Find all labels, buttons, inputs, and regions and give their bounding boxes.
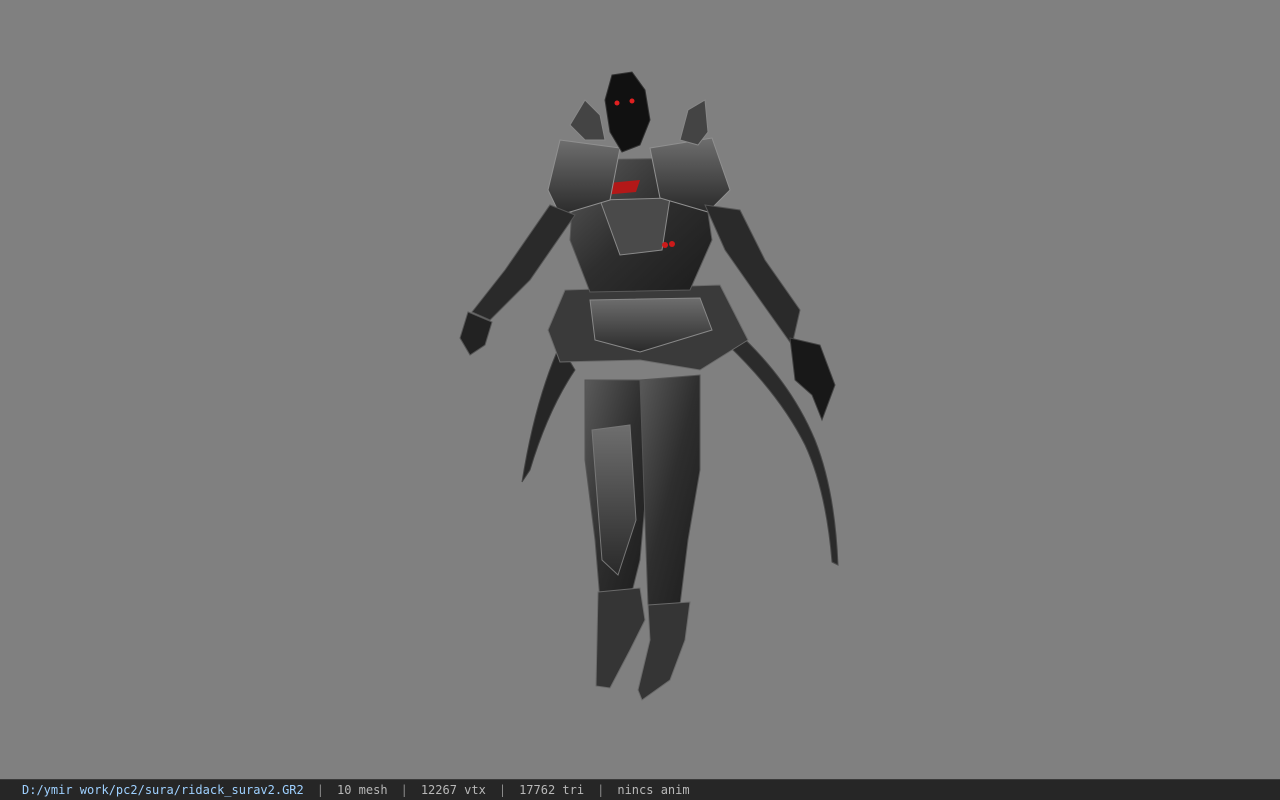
3d-viewport[interactable] <box>0 0 1280 779</box>
vertex-count: 12267 vtx <box>420 783 486 797</box>
separator: | <box>498 783 507 797</box>
separator: | <box>316 783 324 797</box>
left-boot <box>595 587 646 689</box>
animation-status: nincs anim <box>617 783 690 797</box>
head <box>604 71 651 153</box>
right-boot <box>637 601 691 701</box>
file-path-label: D:/ymir work/pc2/sura/ridack_surav2.GR2 <box>22 783 304 797</box>
status-bar: D:/ymir work/pc2/sura/ridack_surav2.GR2 … <box>0 779 1280 800</box>
separator: | <box>400 783 408 797</box>
triangle-count: 17762 tri <box>519 783 585 797</box>
right-eye <box>629 98 635 104</box>
mesh-count: 10 mesh <box>337 783 388 797</box>
character-model[interactable] <box>0 0 1280 779</box>
right-leg <box>639 374 701 606</box>
left-eye <box>614 100 620 106</box>
separator: | <box>597 783 605 797</box>
cape-left <box>521 343 576 483</box>
